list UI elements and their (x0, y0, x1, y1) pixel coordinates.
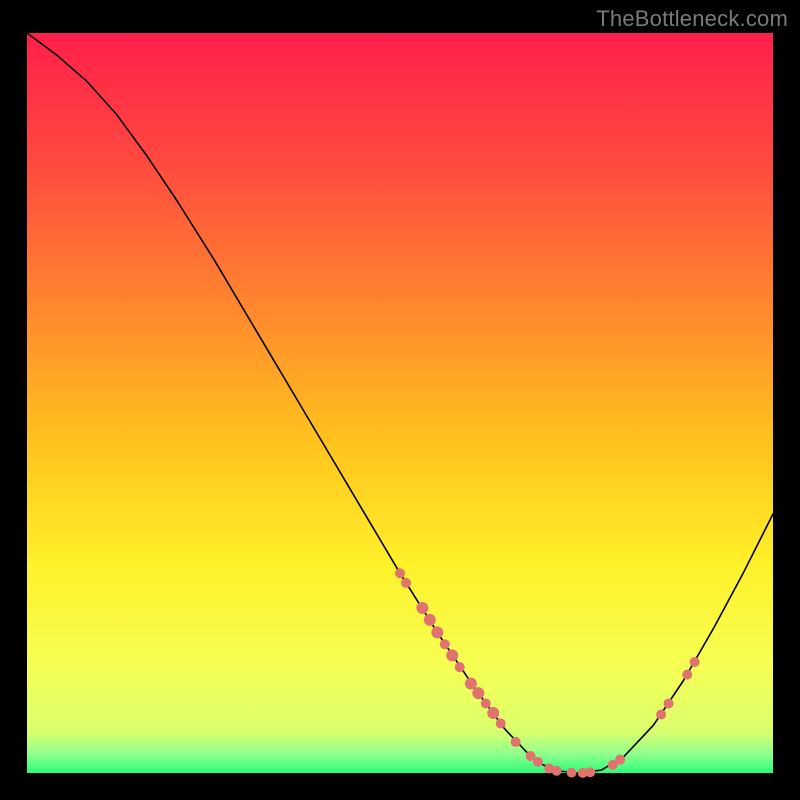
curve-marker (472, 687, 484, 699)
curve-marker (496, 718, 506, 728)
curve-marker (440, 639, 450, 649)
curve-marker (446, 649, 458, 661)
curve-marker (585, 767, 595, 777)
bottleneck-curve-chart (0, 0, 800, 800)
curve-marker (487, 707, 499, 719)
curve-marker (533, 757, 543, 767)
curve-marker (455, 662, 465, 672)
curve-marker (690, 657, 700, 667)
curve-marker (431, 626, 443, 638)
curve-marker (465, 677, 477, 689)
curve-marker (664, 698, 674, 708)
curve-marker (511, 737, 521, 747)
curve-marker (481, 698, 491, 708)
chart-frame: TheBottleneck.com (0, 0, 800, 800)
curve-marker (416, 602, 428, 614)
curve-marker (682, 670, 692, 680)
curve-marker (552, 766, 562, 776)
curve-marker (424, 614, 436, 626)
curve-marker (567, 768, 577, 778)
curve-marker (615, 755, 625, 765)
curve-marker (656, 710, 666, 720)
curve-marker (401, 578, 411, 588)
curve-marker (395, 568, 405, 578)
